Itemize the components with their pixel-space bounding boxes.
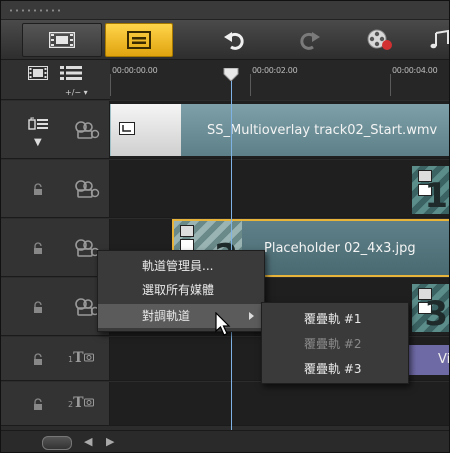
title-track-2: 2 T — [0, 382, 450, 426]
ruler-tick — [110, 74, 111, 96]
overlay-track-2-header — [0, 219, 110, 276]
menu-item-select-all-media[interactable]: 選取所有媒體 — [98, 278, 264, 302]
redo-button[interactable] — [290, 23, 330, 57]
video-track-header: ▼ — [0, 101, 110, 158]
track-view-toggles — [28, 66, 82, 80]
overlay-track-1: 1 — [0, 160, 450, 218]
add-remove-label: +/− — [65, 88, 82, 97]
video-editor-timeline: +/− ▾ 00:00:00.00 00:00:02.00 00:00:04.0… — [0, 0, 450, 453]
lock-icon[interactable] — [33, 241, 43, 254]
lock-icon[interactable] — [33, 352, 43, 365]
list-view-icon[interactable] — [60, 66, 82, 80]
menu-item-label: 對調軌道 — [142, 309, 191, 323]
clip-type-icon — [119, 122, 135, 135]
menu-item-swap-tracks[interactable]: 對調軌道 — [98, 304, 264, 328]
undo-icon — [224, 32, 244, 50]
filmstrip-icon — [49, 32, 75, 48]
submenu-item-overlay-track-3[interactable]: 覆疊軌 #3 — [262, 357, 408, 381]
ruler-tick — [250, 74, 251, 96]
add-remove-tracks-button[interactable]: +/− ▾ — [65, 88, 88, 97]
undo-button[interactable] — [214, 23, 254, 57]
menu-item-label: 覆疊軌 #1 — [304, 312, 362, 326]
grip-dots — [8, 9, 64, 12]
timeline-icon — [127, 31, 151, 49]
menu-item-label: 軌道管理員... — [142, 259, 214, 273]
title-clip[interactable]: Vi — [408, 345, 450, 375]
music-note-icon — [430, 29, 449, 49]
overlay-track-icon[interactable] — [74, 179, 100, 199]
record-capture-button[interactable] — [360, 23, 400, 57]
swap-tracks-submenu: 覆疊軌 #1 覆疊軌 #2 覆疊軌 #3 — [261, 302, 409, 384]
menu-item-label: 覆疊軌 #3 — [304, 362, 362, 376]
record-icon — [367, 29, 392, 50]
image-icon — [180, 225, 194, 237]
timeline-bottom-bar: ◀ ▶ — [0, 430, 450, 453]
clip-label: SS_Multioverlay track02_Start.wmv — [207, 122, 438, 138]
title-track-2-lane[interactable] — [110, 382, 450, 425]
scroll-left-icon[interactable]: ◀ — [84, 435, 92, 448]
placeholder-clip-3[interactable]: 3 — [412, 284, 450, 334]
clip-label: Placeholder 02_4x3.jpg — [264, 240, 416, 256]
ruler-timecode: 00:00:04.00 — [392, 66, 438, 75]
title-track-icon[interactable]: 1 T — [68, 350, 96, 366]
title-track-1-header: 1 T — [0, 337, 110, 380]
video-track: ▼ SS_Multioverlay track02_Start.wmv — [0, 101, 450, 159]
title-track-2-header: 2 T — [0, 382, 110, 425]
lock-icon[interactable] — [33, 182, 43, 195]
submenu-item-overlay-track-2: 覆疊軌 #2 — [262, 332, 408, 356]
menu-item-label: 選取所有媒體 — [142, 283, 215, 297]
ripple-edit-icon[interactable] — [28, 117, 48, 131]
panel-grip[interactable] — [0, 0, 450, 20]
context-menu: 軌道管理員... 選取所有媒體 對調軌道 — [97, 250, 265, 332]
audio-button[interactable] — [424, 23, 450, 57]
mouse-cursor-icon — [215, 312, 231, 336]
placeholder-clip-1[interactable]: 1 — [412, 166, 450, 216]
timeline-view-button[interactable] — [105, 23, 173, 57]
scroll-right-icon[interactable]: ▶ — [106, 435, 114, 448]
timeline-toolbar — [0, 20, 450, 60]
placeholder-number: 1 — [424, 176, 448, 216]
title-t-icon: T — [73, 350, 84, 366]
clip-label: Vi — [438, 352, 450, 367]
clip-thumbnail — [111, 104, 181, 156]
placeholder-number: 3 — [424, 294, 448, 334]
film-track-view-icon[interactable] — [28, 66, 48, 80]
lock-icon[interactable] — [33, 397, 43, 410]
menu-item-label: 覆疊軌 #2 — [304, 337, 362, 351]
submenu-arrow-icon — [249, 312, 254, 320]
redo-icon — [300, 32, 320, 50]
ruler-timecode: 00:00:00.00 — [112, 66, 158, 75]
video-clip[interactable]: SS_Multioverlay track02_Start.wmv — [110, 104, 450, 156]
storyboard-view-button[interactable] — [22, 23, 102, 57]
camera-icon — [83, 398, 94, 407]
video-track-icon[interactable] — [74, 120, 100, 140]
ruler-timecode: 00:00:02.00 — [252, 66, 298, 75]
chevron-down-icon: ▾ — [83, 88, 88, 97]
camera-icon — [83, 353, 94, 362]
lock-icon[interactable] — [33, 300, 43, 313]
title-t-icon: T — [73, 395, 84, 411]
chevron-down-icon[interactable]: ▼ — [34, 137, 42, 148]
overlay-track-1-header — [0, 160, 110, 217]
ruler-tick — [390, 74, 391, 96]
zoom-to-fit-button[interactable] — [42, 436, 72, 450]
time-ruler[interactable]: 00:00:00.00 00:00:02.00 00:00:04.00 — [110, 60, 450, 100]
submenu-item-overlay-track-1[interactable]: 覆疊軌 #1 — [262, 307, 408, 331]
menu-item-track-manager[interactable]: 軌道管理員... — [98, 254, 264, 278]
title-track-icon[interactable]: 2 T — [68, 395, 96, 411]
playhead-handle[interactable] — [223, 68, 239, 81]
overlay-track-3-header — [0, 278, 110, 335]
overlay-track-1-lane[interactable] — [110, 160, 450, 217]
